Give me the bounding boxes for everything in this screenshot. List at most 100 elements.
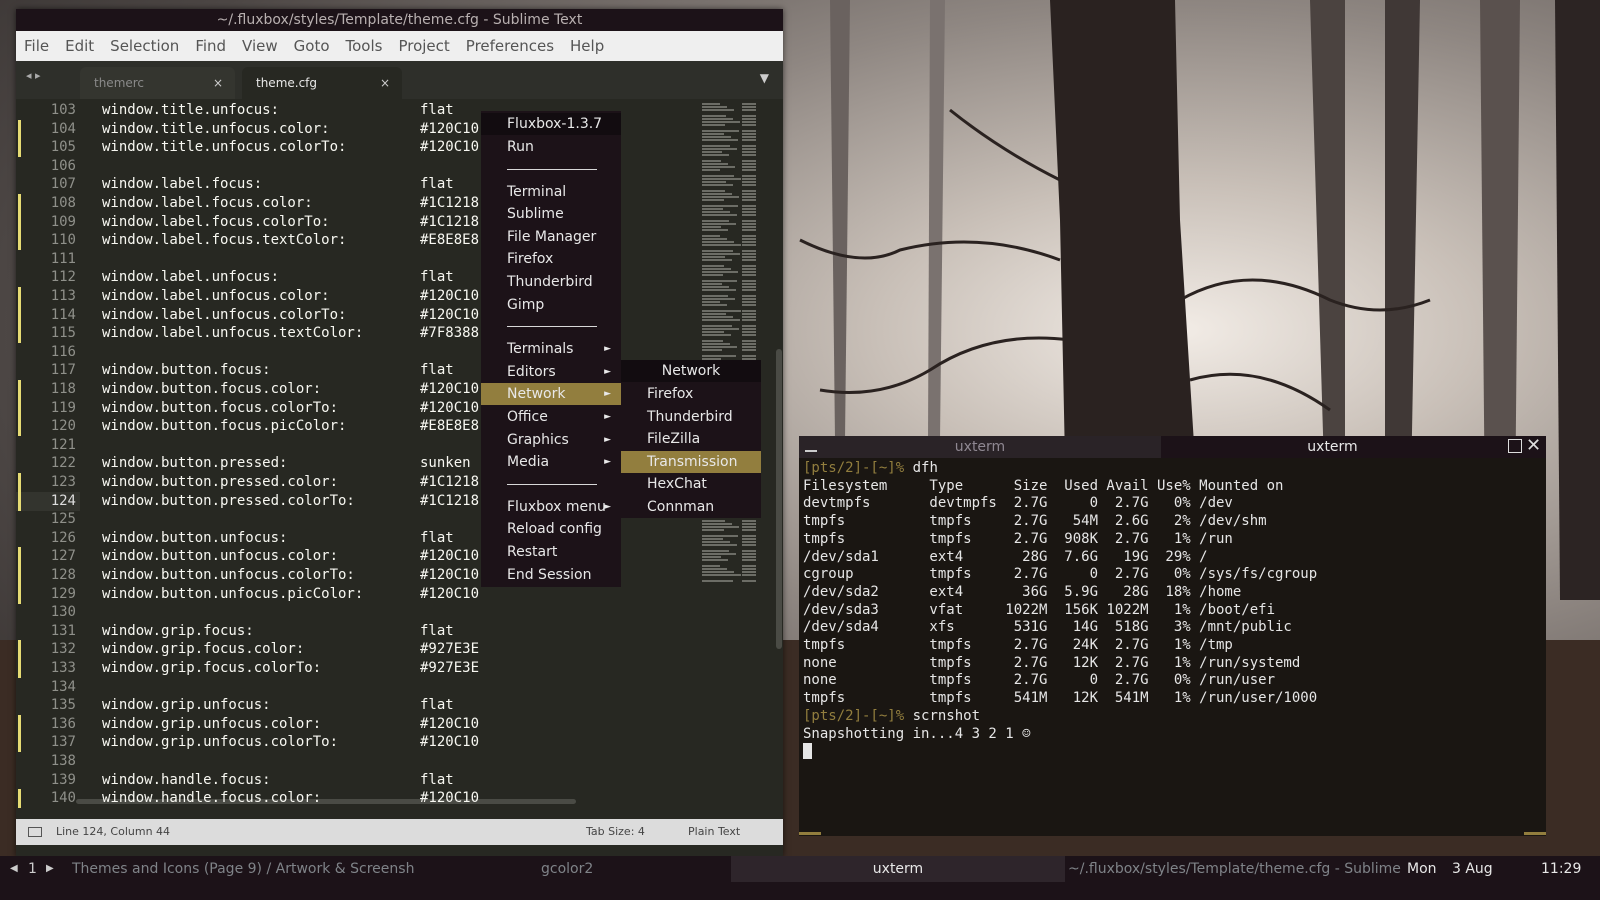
- code-line[interactable]: 133 window.grip.focus.colorTo: #927E3E: [16, 659, 716, 678]
- menu-item-media[interactable]: Media ►: [481, 451, 621, 473]
- task-gcolor2[interactable]: gcolor2: [541, 856, 711, 882]
- menu-item-network[interactable]: Network ►: [481, 383, 621, 406]
- menu-preferences[interactable]: Preferences: [458, 37, 562, 55]
- menu-item-sublime[interactable]: Sublime: [481, 203, 621, 225]
- vertical-scrollbar[interactable]: [776, 349, 782, 649]
- submenu-item-connman[interactable]: Connman: [621, 496, 761, 518]
- config-key: window.title.unfocus:: [102, 102, 280, 118]
- menu-find[interactable]: Find: [187, 37, 234, 55]
- menu-separator: [507, 326, 597, 328]
- code-line[interactable]: 138: [16, 752, 716, 771]
- code-line[interactable]: 135 window.grip.unfocus: flat: [16, 696, 716, 715]
- minimap-line: [742, 304, 756, 306]
- output-line: devtmpfs devtmpfs 2.7G 0 2.7G 0% /dev: [803, 495, 1317, 513]
- tab-bar: ◂ ▸ themerc × theme.cfg × ▼: [16, 61, 783, 99]
- submenu-item-filezilla[interactable]: FileZilla: [621, 428, 761, 450]
- output-line: Filesystem Type Size Used Avail Use% Mou…: [803, 478, 1317, 496]
- workspace-number[interactable]: 1: [28, 856, 37, 882]
- menu-item-terminals[interactable]: Terminals ►: [481, 338, 621, 360]
- submenu-item-thunderbird[interactable]: Thunderbird: [621, 406, 761, 428]
- line-number: 116: [50, 343, 76, 360]
- code-line[interactable]: 137 window.grip.unfocus.colorTo: #120C10: [16, 733, 716, 753]
- config-value: #1C1218: [420, 492, 480, 509]
- minimap-line: [742, 253, 756, 255]
- minimize-icon[interactable]: [805, 450, 817, 452]
- tab-nav-arrows-icon[interactable]: ◂ ▸: [26, 69, 41, 82]
- task-browser[interactable]: Themes and Icons (Page 9) / Artwork & Sc…: [72, 856, 522, 882]
- uxterm-tab-inactive[interactable]: uxterm: [799, 436, 1161, 458]
- code-line[interactable]: 134: [16, 678, 716, 697]
- menu-item-thunderbird[interactable]: Thunderbird: [481, 271, 621, 293]
- menu-goto[interactable]: Goto: [286, 37, 338, 55]
- config-key: window.grip.unfocus:: [102, 697, 271, 714]
- workspace-next-icon[interactable]: ▶: [46, 856, 54, 882]
- panel-toggle-icon[interactable]: [28, 827, 42, 837]
- code-line[interactable]: 130: [16, 603, 716, 622]
- code-line[interactable]: 124 window.button.pressed.colorTo: #1C1218: [16, 491, 479, 511]
- submenu-item-hexchat[interactable]: HexChat: [621, 473, 761, 495]
- menu-view[interactable]: View: [234, 37, 286, 55]
- code-line[interactable]: 140 window.handle.focus.color: #120C10: [16, 789, 716, 809]
- submenu-arrow-icon: ►: [604, 412, 611, 422]
- close-tab-icon[interactable]: ×: [213, 67, 223, 99]
- code-line[interactable]: 136 window.grip.unfocus.color: #120C10: [16, 714, 716, 734]
- menu-item-firefox[interactable]: Firefox: [481, 248, 621, 270]
- maximize-icon[interactable]: [1508, 439, 1522, 453]
- output-text: tmpfs tmpfs 2.7G 908K 2.7G 1% /run: [803, 530, 1233, 547]
- menu-help[interactable]: Help: [562, 37, 612, 55]
- config-key: window.label.focus:: [102, 176, 263, 193]
- clock-date: 3 Aug: [1452, 861, 1493, 877]
- menu-item-label: Reload config: [507, 521, 602, 538]
- minimap-line: [742, 298, 756, 300]
- tab-theme-cfg[interactable]: theme.cfg ×: [242, 67, 402, 99]
- menu-tools[interactable]: Tools: [338, 37, 391, 55]
- line-number: 126: [50, 529, 76, 546]
- menu-project[interactable]: Project: [390, 37, 457, 55]
- task-sublime[interactable]: ~/.fluxbox/styles/Template/theme.cfg - S…: [1068, 856, 1401, 882]
- terminal-output[interactable]: [pts/2]-[~]% dfh Filesystem Type Size Use…: [803, 460, 1317, 761]
- syntax-indicator[interactable]: Plain Text: [688, 819, 740, 845]
- submenu-arrow-icon: ►: [604, 344, 611, 355]
- close-icon[interactable]: ✕: [1526, 437, 1541, 455]
- tab-themerc[interactable]: themerc ×: [80, 67, 235, 99]
- tab-size-indicator[interactable]: Tab Size: 4: [586, 819, 645, 845]
- code-line[interactable]: 131 window.grip.focus: flat: [16, 622, 716, 641]
- submenu-item-transmission[interactable]: Transmission: [621, 450, 761, 473]
- resize-grip-right[interactable]: [1524, 832, 1546, 835]
- menu-item-file-manager[interactable]: File Manager: [481, 226, 621, 248]
- code-line[interactable]: 139 window.handle.focus: flat: [16, 771, 716, 790]
- menu-file[interactable]: File: [16, 37, 57, 55]
- minimap-line: [742, 538, 756, 540]
- menu-item-office[interactable]: Office ►: [481, 406, 621, 428]
- window-title[interactable]: ~/.fluxbox/styles/Template/theme.cfg - S…: [16, 9, 783, 31]
- uxterm-tab-active[interactable]: uxterm: [1161, 436, 1504, 458]
- menu-item-editors[interactable]: Editors ►: [481, 361, 621, 383]
- menu-item-fluxbox-menu[interactable]: Fluxbox menu ►: [481, 496, 621, 518]
- menu-item-end-session[interactable]: End Session: [481, 564, 621, 586]
- minimap-line: [742, 535, 756, 537]
- code-line[interactable]: 129 window.button.unfocus.picColor: #120C1…: [16, 584, 716, 604]
- tab-label: theme.cfg: [256, 76, 318, 90]
- minimap-line: [742, 319, 756, 321]
- uxterm-titlebar[interactable]: uxterm uxterm ✕: [799, 436, 1546, 458]
- code-line[interactable]: 132 window.grip.focus.color: #927E3E: [16, 640, 716, 660]
- menu-item-graphics[interactable]: Graphics ►: [481, 429, 621, 451]
- menu-edit[interactable]: Edit: [57, 37, 102, 55]
- minimap-line: [742, 259, 756, 261]
- workspace-prev-icon[interactable]: ◀: [10, 856, 18, 882]
- menu-item-reload-config[interactable]: Reload config: [481, 518, 621, 540]
- menu-item-run[interactable]: Run: [481, 136, 621, 158]
- menu-item-restart[interactable]: Restart: [481, 541, 621, 563]
- minimap-line: [742, 550, 756, 552]
- menu-selection[interactable]: Selection: [102, 37, 187, 55]
- tab-dropdown-icon[interactable]: ▼: [760, 71, 769, 85]
- task-uxterm[interactable]: uxterm: [731, 856, 1065, 882]
- menu-item-gimp[interactable]: Gimp: [481, 294, 621, 316]
- minimap-line: [742, 223, 756, 225]
- line-number: 119: [50, 399, 76, 416]
- menu-item-terminal[interactable]: Terminal: [481, 181, 621, 203]
- submenu-item-firefox[interactable]: Firefox: [621, 383, 761, 405]
- resize-grip-left[interactable]: [799, 832, 821, 835]
- close-tab-icon[interactable]: ×: [380, 67, 390, 99]
- minimap-line: [742, 280, 756, 282]
